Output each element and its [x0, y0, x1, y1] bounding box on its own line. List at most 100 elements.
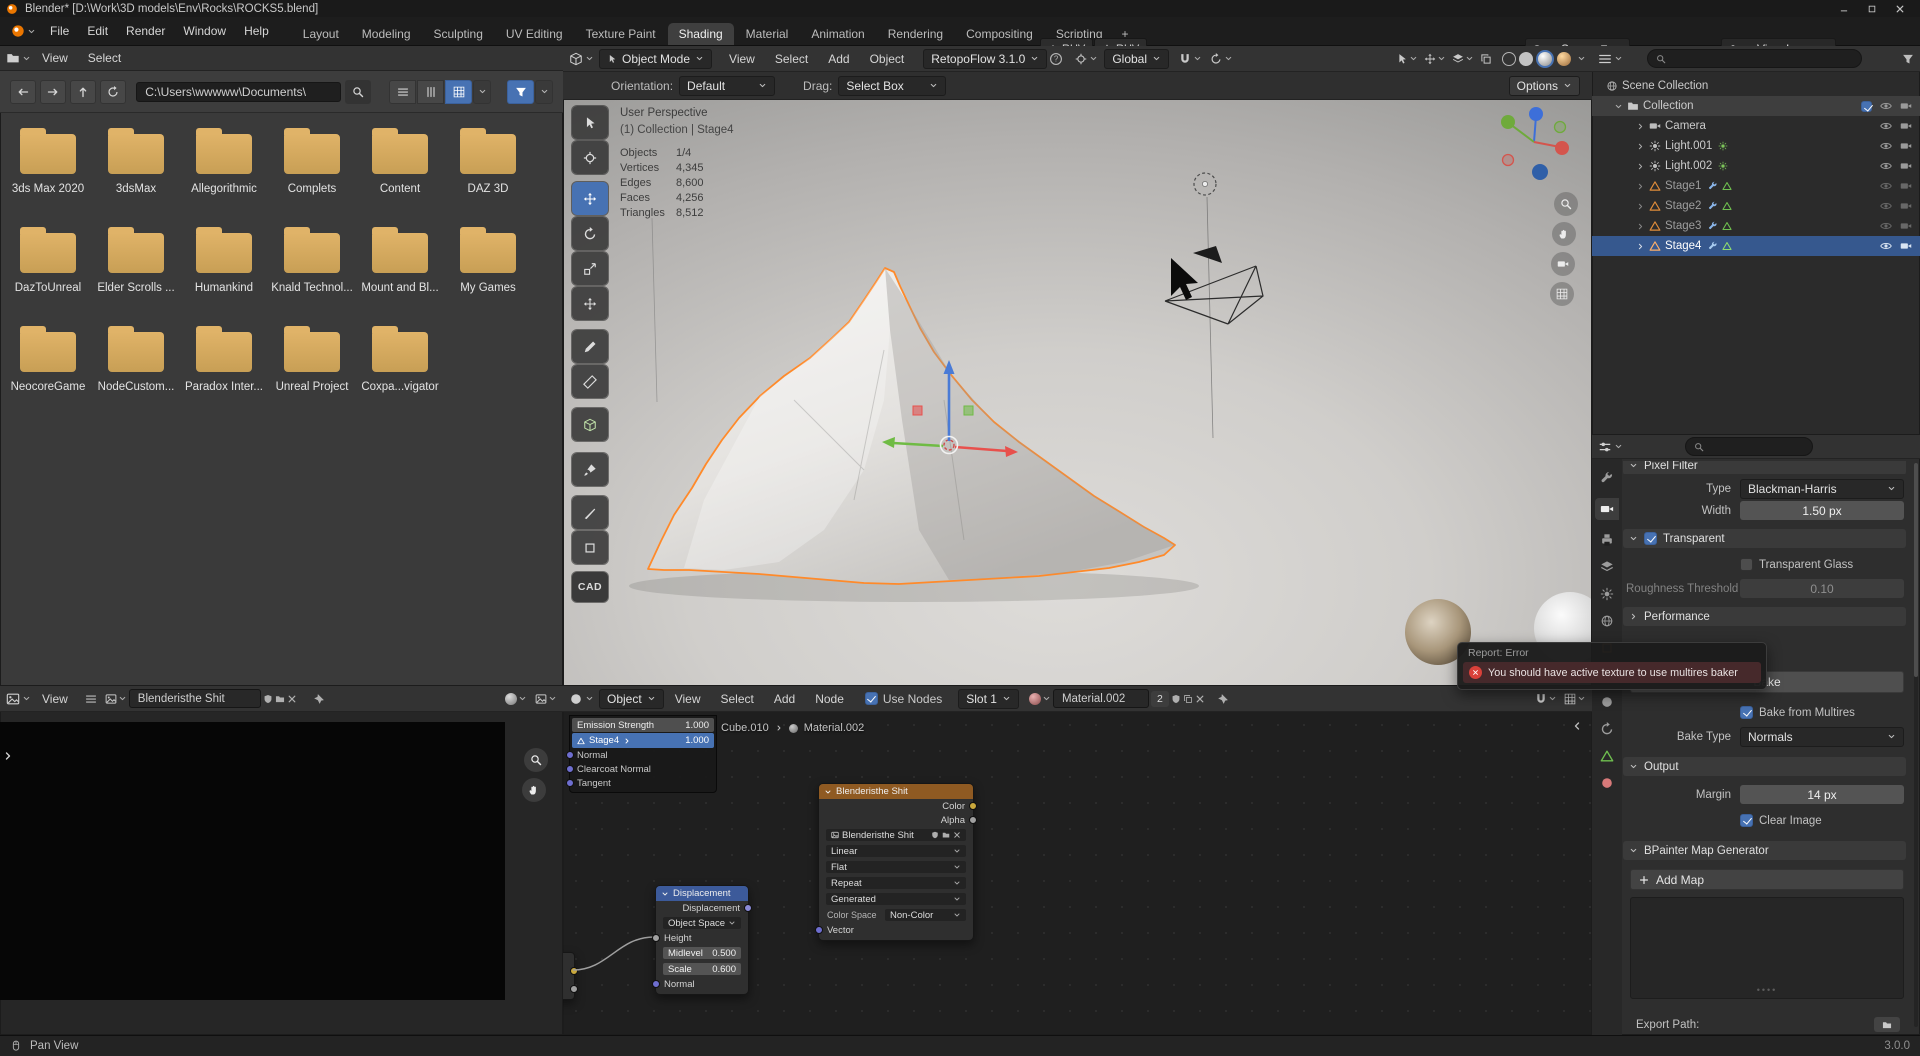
pin-icon[interactable]: [313, 693, 325, 705]
open-image-icon[interactable]: [275, 694, 285, 704]
render-visibility-icon[interactable]: [1900, 220, 1912, 232]
copy-material-icon[interactable]: [1183, 694, 1193, 704]
folder-item[interactable]: NodeCustom...: [92, 322, 180, 421]
eye-icon[interactable]: [1880, 200, 1892, 212]
menu-select[interactable]: Select: [711, 692, 762, 706]
filter-type-dropdown[interactable]: Blackman-Harris: [1740, 479, 1904, 499]
menu-select[interactable]: Select: [79, 51, 130, 65]
midlevel-slider[interactable]: Midlevel0.500: [663, 947, 741, 959]
node-image-selector[interactable]: Blenderisthe Shit: [826, 829, 966, 841]
source-dropdown[interactable]: Generated: [826, 893, 966, 905]
principled-bsdf-socket-list[interactable]: Emission Strength 1.000 Stage4 1.000 Nor…: [569, 715, 717, 793]
forward-button[interactable]: [40, 80, 66, 104]
cad-tool-button[interactable]: CAD: [572, 572, 608, 602]
displacement-space-dropdown[interactable]: Object Space: [663, 917, 741, 929]
display-channels-dropdown[interactable]: [505, 693, 527, 705]
viewport-perspective-toggle[interactable]: [1550, 282, 1574, 306]
folder-item[interactable]: My Games: [444, 223, 532, 322]
vector-input-socket[interactable]: [815, 926, 823, 934]
workspace-tab-compositing[interactable]: Compositing: [955, 23, 1044, 45]
eye-icon[interactable]: [1880, 120, 1892, 132]
outliner-row-stage3[interactable]: Stage3: [1592, 216, 1920, 236]
panel-transparent[interactable]: Transparent: [1623, 529, 1906, 548]
overlays-dropdown[interactable]: [1452, 53, 1474, 65]
xray-toggle[interactable]: [1480, 53, 1492, 65]
menu-help[interactable]: Help: [235, 24, 278, 38]
render-visibility-icon[interactable]: [1900, 120, 1912, 132]
outliner-row-camera[interactable]: Camera: [1592, 116, 1920, 136]
tab-render[interactable]: [1595, 498, 1619, 520]
outliner-row-stage4[interactable]: Stage4: [1592, 236, 1920, 256]
search-button[interactable]: [345, 80, 371, 104]
extension-dropdown[interactable]: Repeat: [826, 877, 966, 889]
maximize-button[interactable]: [1858, 4, 1886, 14]
workspace-tab-rendering[interactable]: Rendering: [877, 23, 954, 45]
shading-wireframe-button[interactable]: [1502, 52, 1516, 66]
path-input[interactable]: [136, 82, 341, 102]
editor-type-properties-icon[interactable]: [1598, 440, 1612, 454]
outliner-search[interactable]: [1647, 49, 1862, 68]
viewport-zoom-button[interactable]: [1554, 192, 1578, 216]
folder-item[interactable]: Unreal Project: [268, 322, 356, 421]
image-canvas[interactable]: [0, 722, 505, 1000]
workspace-tab-texture-paint[interactable]: Texture Paint: [575, 23, 667, 45]
color-output-socket[interactable]: [969, 802, 977, 810]
gizmos-dropdown[interactable]: [1424, 53, 1446, 65]
offscreen-node[interactable]: [563, 952, 575, 1000]
tab-world[interactable]: [1600, 614, 1614, 628]
expand-icon[interactable]: [1636, 122, 1645, 131]
menu-view[interactable]: View: [720, 52, 764, 66]
render-visibility-icon[interactable]: [1900, 240, 1912, 252]
menu-view[interactable]: View: [666, 692, 710, 706]
mode-dropdown[interactable]: Object Mode: [599, 49, 712, 69]
folder-item[interactable]: Content: [356, 124, 444, 223]
expand-icon[interactable]: [1636, 162, 1645, 171]
workspace-tab-uv-editing[interactable]: UV Editing: [495, 23, 574, 45]
folder-item[interactable]: 3ds Max 2020: [4, 124, 92, 223]
eye-icon[interactable]: [1880, 160, 1892, 172]
unlink-icon[interactable]: [953, 831, 961, 839]
interpolation-dropdown[interactable]: Linear: [826, 845, 966, 857]
workspace-tab-material[interactable]: Material: [735, 23, 800, 45]
colorspace-dropdown[interactable]: Non-Color: [885, 909, 966, 921]
menu-select[interactable]: Select: [766, 52, 817, 66]
folder-item[interactable]: Mount and Bl...: [356, 223, 444, 322]
menu-node[interactable]: Node: [806, 692, 853, 706]
tab-scene[interactable]: [1600, 587, 1614, 601]
editor-type-3d-viewport-icon[interactable]: [569, 52, 583, 66]
unlink-icon[interactable]: [1195, 694, 1205, 704]
shading-rendered-button[interactable]: [1557, 52, 1571, 66]
editor-type-image-icon[interactable]: [6, 692, 20, 706]
clearcoat-normal-input-socket[interactable]: [566, 765, 574, 773]
folder-item[interactable]: 3dsMax: [92, 124, 180, 223]
proportional-edit-button[interactable]: [1210, 53, 1233, 65]
displacement-node[interactable]: Displacement Displacement Object Space H…: [655, 885, 749, 995]
margin-slider[interactable]: 14 px: [1740, 785, 1904, 804]
normal-input-socket[interactable]: [566, 751, 574, 759]
panel-bpainter[interactable]: BPainter Map Generator: [1623, 841, 1906, 860]
tab-physics[interactable]: [1600, 722, 1614, 736]
render-visibility-icon[interactable]: [1900, 160, 1912, 172]
eye-icon[interactable]: [1880, 240, 1892, 252]
emission-strength-row[interactable]: Emission Strength 1.000: [572, 718, 714, 732]
filter-settings-dropdown[interactable]: [535, 80, 553, 104]
export-path-browse-button[interactable]: [1874, 1017, 1900, 1032]
eye-icon[interactable]: [1880, 100, 1892, 112]
breadcrumb-object[interactable]: Cube.010: [721, 722, 769, 734]
outliner-filter-icon[interactable]: [1902, 53, 1914, 65]
shading-solid-button[interactable]: [1519, 52, 1533, 66]
render-visibility-icon[interactable]: [1900, 200, 1912, 212]
annotate-tool[interactable]: [572, 330, 608, 363]
clearcoat-normal-socket-row[interactable]: Clearcoat Normal: [572, 762, 714, 776]
expand-icon[interactable]: [1636, 142, 1645, 151]
transform-pivot-button[interactable]: [1075, 53, 1098, 65]
clear-image-checkbox[interactable]: [1740, 814, 1753, 827]
fake-user-icon[interactable]: [1171, 694, 1181, 704]
workspace-tab-modeling[interactable]: Modeling: [351, 23, 422, 45]
folder-item[interactable]: Complets: [268, 124, 356, 223]
snap-node-button[interactable]: [1535, 693, 1557, 705]
shader-type-dropdown[interactable]: Object: [599, 689, 664, 709]
bake-from-multires-checkbox[interactable]: [1740, 706, 1753, 719]
parent-directory-button[interactable]: [70, 80, 96, 104]
outliner-row-scene-collection[interactable]: Scene Collection: [1592, 76, 1920, 96]
